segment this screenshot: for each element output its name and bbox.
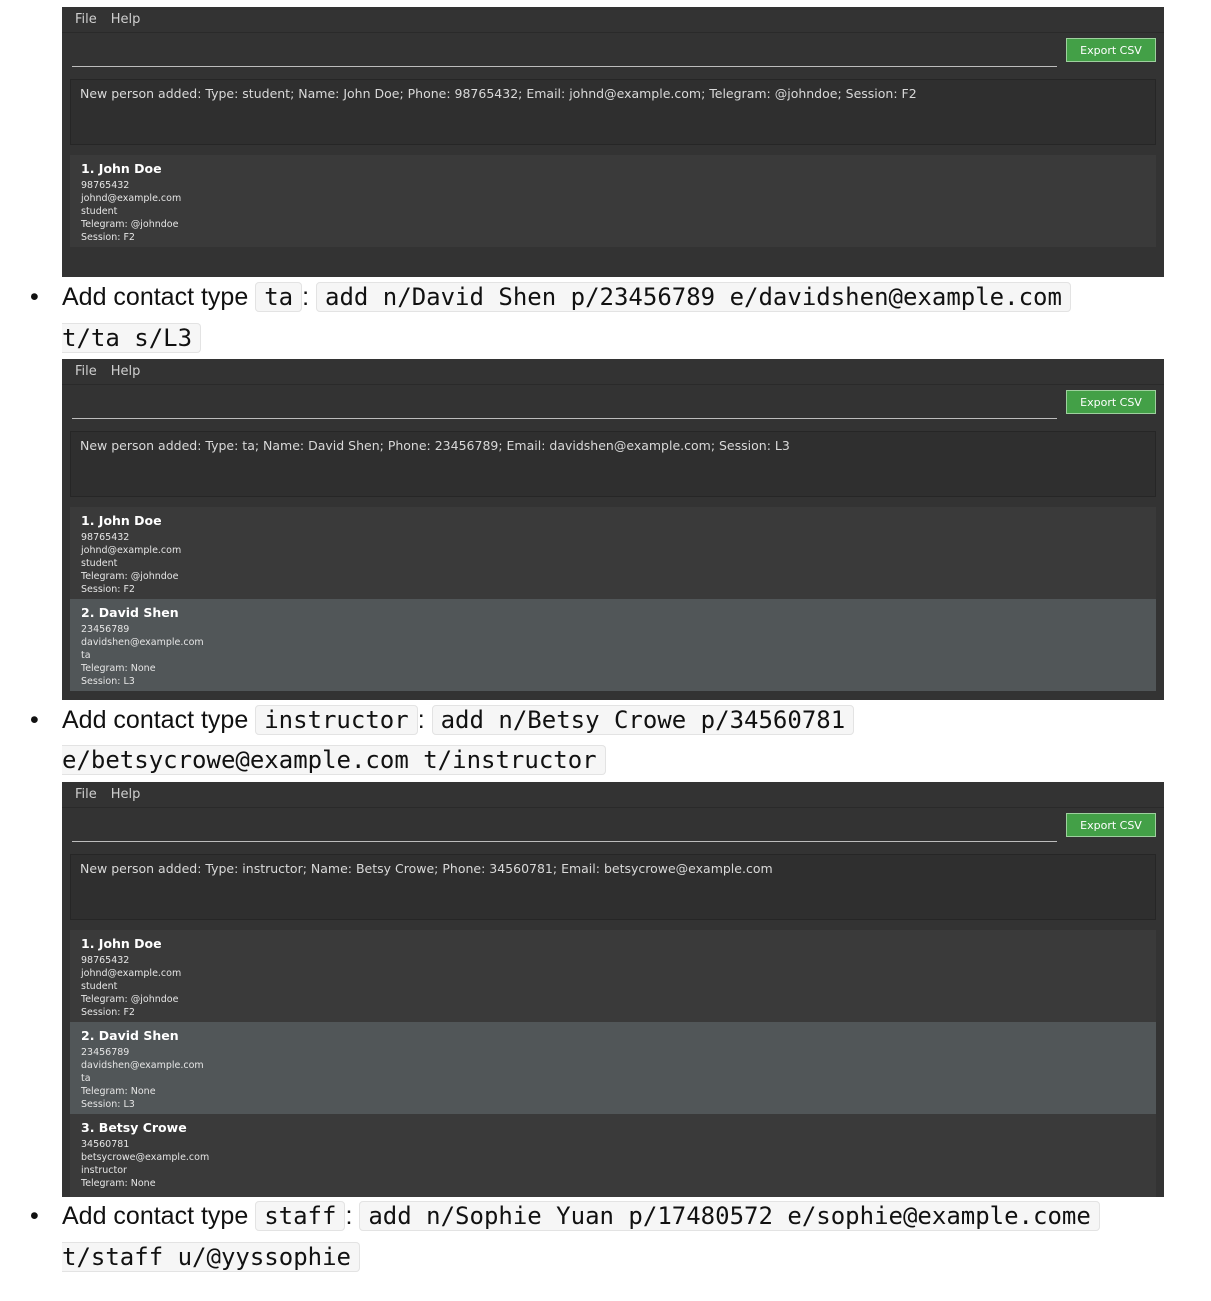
bullet-2-prefix: Add contact type — [62, 706, 249, 734]
bullet-2-line-2: e/betsycrowe@example.com t/instructor — [62, 740, 606, 781]
app-screenshot-1: File Help Export CSV New person added: T… — [62, 7, 1164, 277]
person-session: Session: F2 — [81, 1007, 135, 1018]
bullet-1-line-2: t/ta s/L3 — [62, 318, 202, 359]
bullet-3-command-code: add n/Sophie Yuan p/17480572 e/sophie@ex… — [359, 1201, 1100, 1231]
person-email: betsycrowe@example.com — [81, 1152, 210, 1163]
menu-help[interactable]: Help — [111, 787, 141, 802]
bullet-1-sep: : — [302, 283, 310, 311]
person-type: student — [81, 206, 118, 217]
menu-bar: File Help — [62, 782, 1164, 808]
person-session: Session: L3 — [81, 1099, 135, 1110]
person-card[interactable]: 1. John Doe 98765432 johnd@example.com s… — [70, 507, 1156, 599]
menu-help[interactable]: Help — [111, 364, 141, 379]
person-list: 1. John Doe 98765432 johnd@example.com s… — [70, 507, 1156, 691]
result-display: New person added: Type: ta; Name: David … — [70, 431, 1156, 497]
command-box[interactable]: Export CSV — [62, 808, 1164, 850]
result-display: New person added: Type: instructor; Name… — [70, 854, 1156, 920]
bullet-2-command-code: add n/Betsy Crowe p/34560781 — [431, 705, 855, 735]
person-email: johnd@example.com — [81, 968, 182, 979]
command-box[interactable]: Export CSV — [62, 33, 1164, 75]
bullet-3-command-code-cont: t/staff u/@yyssophie — [62, 1242, 360, 1272]
person-email: davidshen@example.com — [81, 637, 204, 648]
export-csv-button[interactable]: Export CSV — [1066, 390, 1156, 414]
person-type: ta — [81, 650, 91, 661]
bullet-3-prefix: Add contact type — [62, 1202, 249, 1230]
bullet-1-line-1: Add contact type ta: add n/David Shen p/… — [62, 277, 1071, 318]
person-name: 1. John Doe — [81, 513, 162, 528]
bullet-2-sep: : — [417, 706, 425, 734]
command-input[interactable] — [72, 418, 1057, 419]
person-phone: 98765432 — [81, 955, 130, 966]
bullet-3-sep: : — [345, 1202, 353, 1230]
export-csv-button[interactable]: Export CSV — [1066, 38, 1156, 62]
person-telegram: Telegram: None — [81, 663, 156, 674]
menu-bar: File Help — [62, 359, 1164, 385]
export-csv-button[interactable]: Export CSV — [1066, 813, 1156, 837]
bullet-1-prefix: Add contact type — [62, 283, 249, 311]
menu-file[interactable]: File — [75, 787, 97, 802]
result-display: New person added: Type: student; Name: J… — [70, 79, 1156, 145]
person-card[interactable]: 1. John Doe 98765432 johnd@example.com s… — [70, 155, 1156, 247]
person-name: 2. David Shen — [81, 605, 179, 620]
person-phone: 98765432 — [81, 532, 130, 543]
person-phone: 34560781 — [81, 1139, 130, 1150]
person-list: 1. John Doe 98765432 johnd@example.com s… — [70, 155, 1156, 247]
person-telegram: Telegram: @johndoe — [81, 219, 179, 230]
command-input[interactable] — [72, 841, 1057, 842]
person-email: davidshen@example.com — [81, 1060, 204, 1071]
person-type: instructor — [81, 1165, 127, 1176]
person-telegram: Telegram: None — [81, 1178, 156, 1189]
person-name: 2. David Shen — [81, 1028, 179, 1043]
person-telegram: Telegram: @johndoe — [81, 571, 179, 582]
bullet-2-type-code: instructor — [255, 705, 418, 735]
person-card[interactable]: 3. Betsy Crowe 34560781 betsycrowe@examp… — [70, 1114, 1156, 1197]
bullet-marker: • — [30, 1202, 39, 1230]
app-screenshot-3: File Help Export CSV New person added: T… — [62, 782, 1164, 1197]
person-email: johnd@example.com — [81, 545, 182, 556]
bullet-1-command-code: add n/David Shen p/23456789 e/davidshen@… — [316, 282, 1071, 312]
command-input[interactable] — [72, 66, 1057, 67]
bullet-1-command-code-cont: t/ta s/L3 — [62, 323, 202, 353]
menu-file[interactable]: File — [75, 12, 97, 27]
menu-file[interactable]: File — [75, 364, 97, 379]
bullet-2-command-code-cont: e/betsycrowe@example.com t/instructor — [62, 745, 606, 775]
person-session: Session: L3 — [81, 676, 135, 687]
person-session: Session: F2 — [81, 232, 135, 243]
menu-help[interactable]: Help — [111, 12, 141, 27]
person-type: ta — [81, 1073, 91, 1084]
menu-bar: File Help — [62, 7, 1164, 33]
person-card[interactable]: 2. David Shen 23456789 davidshen@example… — [70, 599, 1156, 691]
person-name: 1. John Doe — [81, 936, 162, 951]
person-card[interactable]: 2. David Shen 23456789 davidshen@example… — [70, 1022, 1156, 1114]
person-type: student — [81, 981, 118, 992]
bullet-marker: • — [30, 283, 39, 311]
app-screenshot-2: File Help Export CSV New person added: T… — [62, 359, 1164, 700]
bullet-3-type-code: staff — [255, 1201, 346, 1231]
person-card[interactable]: 1. John Doe 98765432 johnd@example.com s… — [70, 930, 1156, 1022]
bullet-marker: • — [30, 706, 39, 734]
person-phone: 23456789 — [81, 624, 130, 635]
bullet-2-line-1: Add contact type instructor: add n/Betsy… — [62, 700, 855, 741]
person-session: Session: F2 — [81, 584, 135, 595]
person-type: student — [81, 558, 118, 569]
command-box[interactable]: Export CSV — [62, 385, 1164, 427]
person-name: 3. Betsy Crowe — [81, 1120, 187, 1135]
person-phone: 98765432 — [81, 180, 130, 191]
person-list: 1. John Doe 98765432 johnd@example.com s… — [70, 930, 1156, 1197]
person-phone: 23456789 — [81, 1047, 130, 1058]
person-name: 1. John Doe — [81, 161, 162, 176]
bullet-1-type-code: ta — [255, 282, 303, 312]
bullet-3-line-2: t/staff u/@yyssophie — [62, 1237, 360, 1278]
bullet-3-line-1: Add contact type staff: add n/Sophie Yua… — [62, 1196, 1100, 1237]
person-email: johnd@example.com — [81, 193, 182, 204]
person-telegram: Telegram: @johndoe — [81, 994, 179, 1005]
person-telegram: Telegram: None — [81, 1086, 156, 1097]
